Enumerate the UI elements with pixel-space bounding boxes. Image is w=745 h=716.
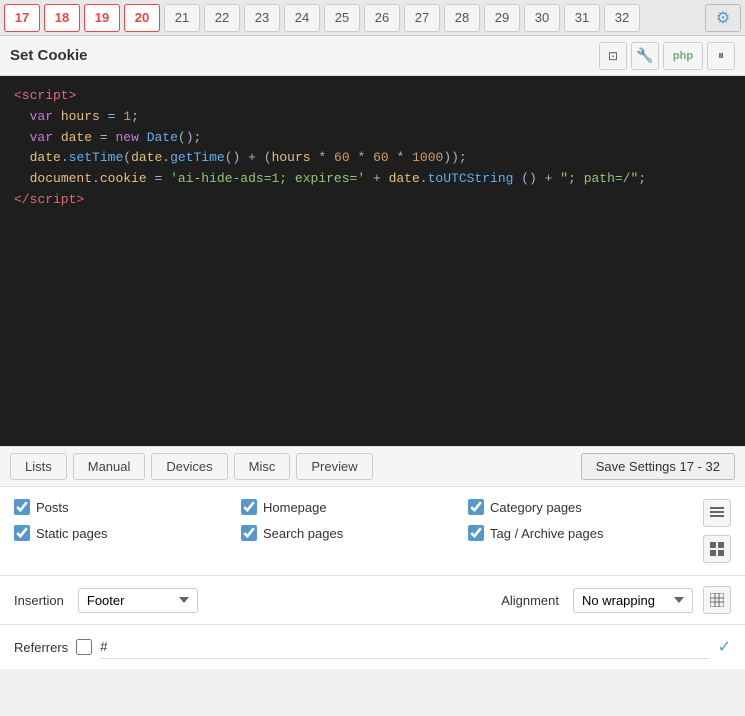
php-label: php xyxy=(673,50,693,62)
code-line-6: </script> xyxy=(14,190,731,211)
code-editor[interactable]: <script> var hours = 1; var date = new D… xyxy=(0,76,745,446)
tab-27[interactable]: 27 xyxy=(404,4,440,32)
pause-icon: ⏸ xyxy=(718,48,724,63)
grid-view-icon-btn[interactable] xyxy=(703,535,731,563)
tool-icon: 🔧 xyxy=(636,47,653,64)
table-icon-btn[interactable] xyxy=(703,586,731,614)
code-line-2: var hours = 1; xyxy=(14,107,731,128)
checkbox-search-pages-input[interactable] xyxy=(241,525,257,541)
tab-23[interactable]: 23 xyxy=(244,4,280,32)
code-line-1: <script> xyxy=(14,86,731,107)
checkbox-homepage[interactable]: Homepage xyxy=(241,499,468,515)
alignment-label: Alignment xyxy=(501,593,559,608)
referrers-label: Referrers xyxy=(14,640,68,655)
tab-20[interactable]: 20 xyxy=(124,4,160,32)
checkbox-tag-archive-pages[interactable]: Tag / Archive pages xyxy=(468,525,695,541)
header-icons: ⊡ 🔧 php ⏸ xyxy=(599,42,735,70)
expand-icon: ⊡ xyxy=(608,49,618,63)
list-view-icon-btn[interactable] xyxy=(703,499,731,527)
table-icon xyxy=(710,593,724,607)
expand-icon-btn[interactable]: ⊡ xyxy=(599,42,627,70)
insertion-select[interactable]: Header Footer Before content After conte… xyxy=(78,588,198,613)
tab-29[interactable]: 29 xyxy=(484,4,520,32)
checkbox-posts[interactable]: Posts xyxy=(14,499,241,515)
misc-button[interactable]: Misc xyxy=(234,453,291,480)
checkbox-category-pages-input[interactable] xyxy=(468,499,484,515)
list-icon-buttons xyxy=(695,499,731,563)
tab-32[interactable]: 32 xyxy=(604,4,640,32)
grid-view-icon xyxy=(710,542,724,556)
tab-28[interactable]: 28 xyxy=(444,4,480,32)
checkbox-category-pages[interactable]: Category pages xyxy=(468,499,695,515)
devices-button[interactable]: Devices xyxy=(151,453,227,480)
buttons-row: Lists Manual Devices Misc Preview Save S… xyxy=(0,446,745,487)
checkbox-col-3: Category pages Tag / Archive pages xyxy=(468,499,695,563)
checkbox-search-pages-label: Search pages xyxy=(263,526,343,541)
tab-31[interactable]: 31 xyxy=(564,4,600,32)
referrers-checkbox[interactable] xyxy=(76,639,92,655)
checkbox-homepage-input[interactable] xyxy=(241,499,257,515)
tab-settings[interactable]: ⚙ xyxy=(705,4,741,32)
referrers-confirm-icon[interactable]: ✓ xyxy=(718,637,731,657)
checkbox-posts-input[interactable] xyxy=(14,499,30,515)
checkbox-category-pages-label: Category pages xyxy=(490,500,582,515)
code-line-4: date.setTime(date.getTime() + (hours * 6… xyxy=(14,148,731,169)
tab-25[interactable]: 25 xyxy=(324,4,360,32)
tab-22[interactable]: 22 xyxy=(204,4,240,32)
tool-icon-btn[interactable]: 🔧 xyxy=(631,42,659,70)
tab-18[interactable]: 18 xyxy=(44,4,80,32)
checkbox-tag-archive-pages-label: Tag / Archive pages xyxy=(490,526,603,541)
checkbox-static-pages-label: Static pages xyxy=(36,526,108,541)
checkbox-tag-archive-pages-input[interactable] xyxy=(468,525,484,541)
save-button[interactable]: Save Settings 17 - 32 xyxy=(581,453,735,480)
tab-19[interactable]: 19 xyxy=(84,4,120,32)
checkboxes-section: Posts Static pages Homepage Search pages… xyxy=(0,487,745,576)
checkbox-static-pages-input[interactable] xyxy=(14,525,30,541)
list-view-icon xyxy=(710,506,724,520)
tab-24[interactable]: 24 xyxy=(284,4,320,32)
tab-30[interactable]: 30 xyxy=(524,4,560,32)
code-line-5: document.cookie = 'ai-hide-ads=1; expire… xyxy=(14,169,731,190)
checkbox-static-pages[interactable]: Static pages xyxy=(14,525,241,541)
insertion-label: Insertion xyxy=(14,593,64,608)
referrers-row: Referrers ✓ xyxy=(0,625,745,669)
preview-button[interactable]: Preview xyxy=(296,453,372,480)
page-title: Set Cookie xyxy=(10,47,88,64)
manual-button[interactable]: Manual xyxy=(73,453,146,480)
referrers-input[interactable] xyxy=(100,635,709,659)
checkbox-col-2: Homepage Search pages xyxy=(241,499,468,563)
insertion-row: Insertion Header Footer Before content A… xyxy=(0,576,745,625)
tab-26[interactable]: 26 xyxy=(364,4,400,32)
pause-icon-btn[interactable]: ⏸ xyxy=(707,42,735,70)
php-icon-btn[interactable]: php xyxy=(663,42,703,70)
tab-17[interactable]: 17 xyxy=(4,4,40,32)
lists-button[interactable]: Lists xyxy=(10,453,67,480)
tab-21[interactable]: 21 xyxy=(164,4,200,32)
code-line-3: var date = new Date(); xyxy=(14,128,731,149)
tab-bar: 17 18 19 20 21 22 23 24 25 26 27 28 29 3… xyxy=(0,0,745,36)
alignment-select[interactable]: No wrapping Left Right Center xyxy=(573,588,693,613)
checkbox-search-pages[interactable]: Search pages xyxy=(241,525,468,541)
header-bar: Set Cookie ⊡ 🔧 php ⏸ xyxy=(0,36,745,76)
checkbox-posts-label: Posts xyxy=(36,500,69,515)
checkbox-homepage-label: Homepage xyxy=(263,500,327,515)
checkbox-col-1: Posts Static pages xyxy=(14,499,241,563)
